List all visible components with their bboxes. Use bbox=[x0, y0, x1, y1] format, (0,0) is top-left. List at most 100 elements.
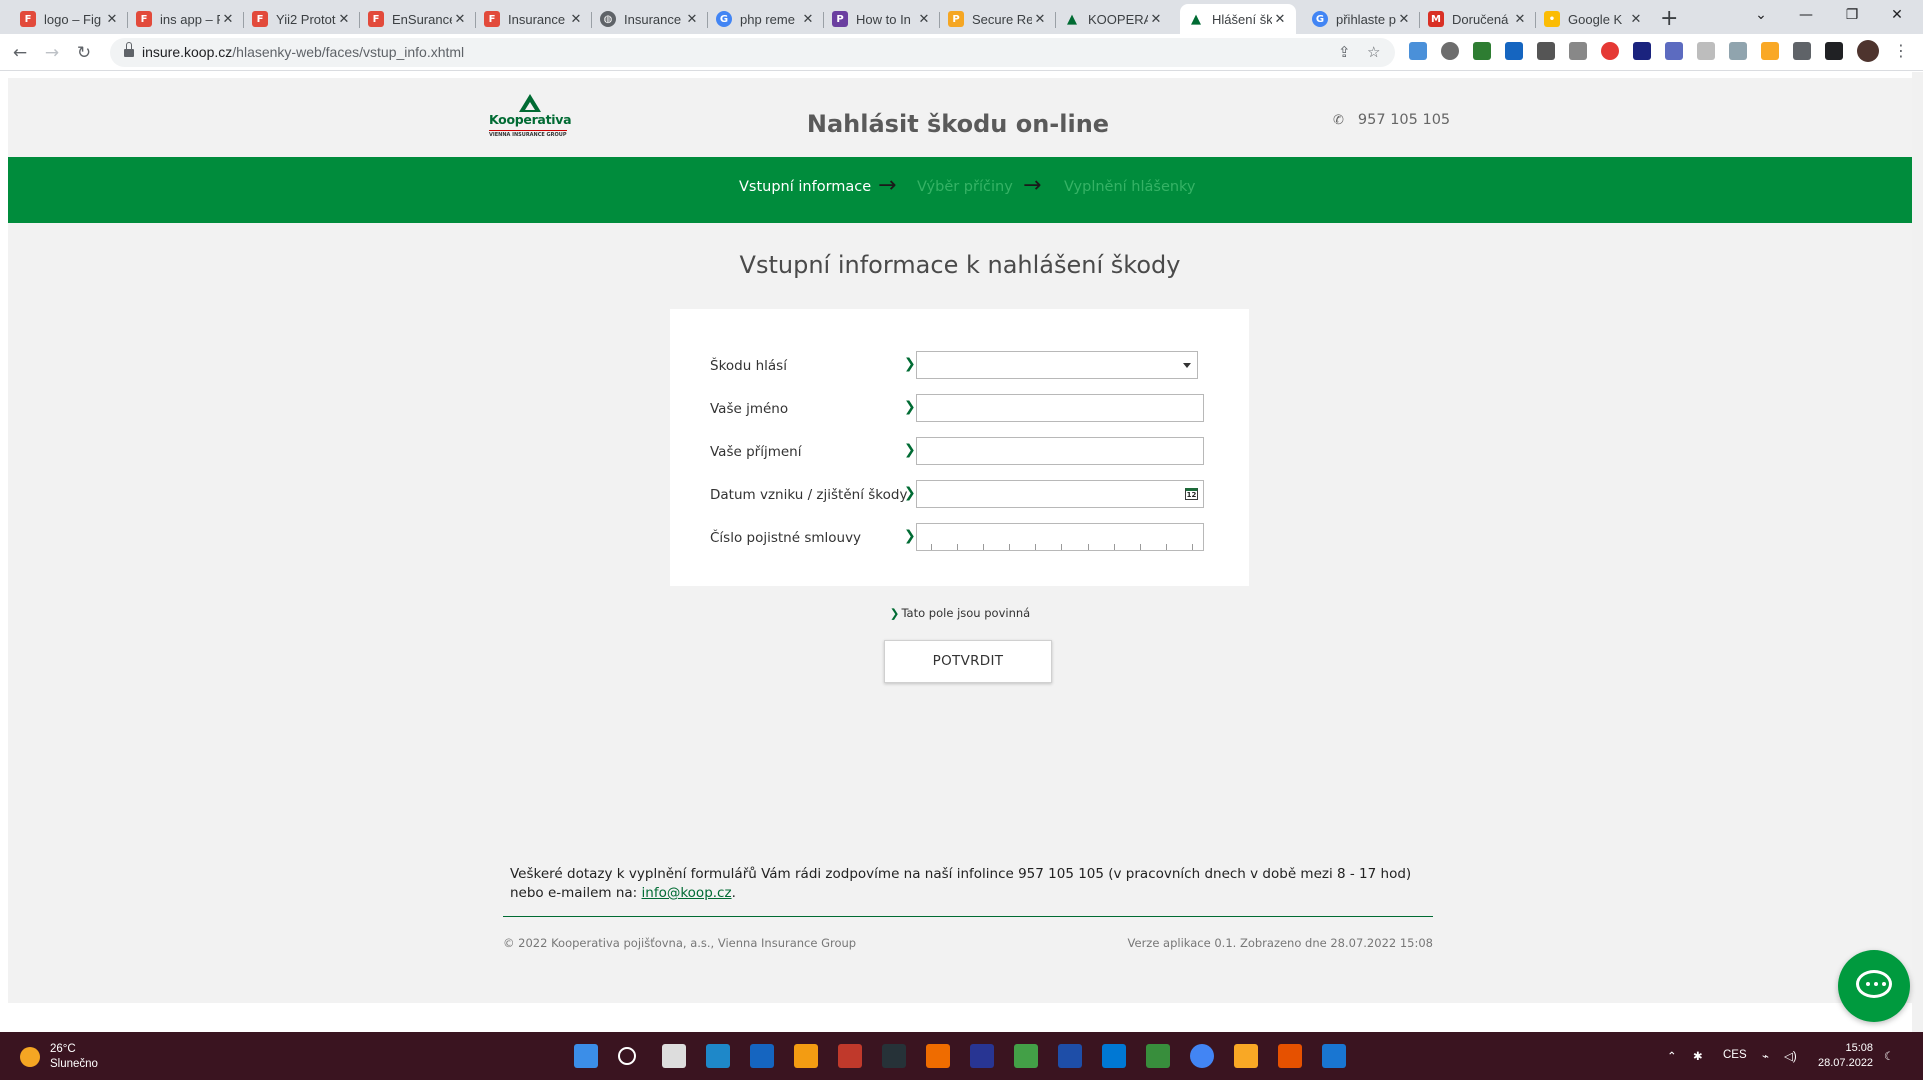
extension-badge-icon[interactable] bbox=[1665, 42, 1683, 60]
widgets-icon[interactable] bbox=[706, 1044, 730, 1068]
extension-camera-icon[interactable] bbox=[1697, 42, 1715, 60]
profile-avatar[interactable] bbox=[1857, 40, 1879, 62]
extension-pen-icon[interactable] bbox=[1409, 42, 1427, 60]
extension-shield-icon[interactable] bbox=[1729, 42, 1747, 60]
browser-tab[interactable]: P Secure Re ✕ bbox=[940, 4, 1056, 34]
required-chevron-icon: ❯ bbox=[889, 606, 900, 620]
extension-copy-icon[interactable] bbox=[1505, 42, 1523, 60]
network-icon[interactable]: ⌁ bbox=[1762, 1049, 1769, 1063]
email-link[interactable]: info@koop.cz bbox=[642, 885, 732, 901]
app-diamond-icon[interactable] bbox=[882, 1044, 906, 1068]
share-icon[interactable]: ⇪ bbox=[1338, 43, 1351, 61]
close-window-button[interactable]: ✕ bbox=[1871, 0, 1923, 30]
browser-tab[interactable]: • Google K ✕ bbox=[1536, 4, 1652, 34]
close-tab-icon[interactable]: ✕ bbox=[1032, 12, 1048, 27]
windows-taskbar: 26°C Slunečno ⌃ ✱ CES ⌁ ◁) 15:08 28.07.2… bbox=[0, 1032, 1923, 1080]
side-panel-icon[interactable] bbox=[1825, 42, 1843, 60]
browser-tab-active[interactable]: ▲ Hlášení šk ✕ bbox=[1180, 4, 1296, 34]
extensions-puzzle-icon[interactable] bbox=[1793, 42, 1811, 60]
vlc-icon[interactable] bbox=[926, 1044, 950, 1068]
close-tab-icon[interactable]: ✕ bbox=[220, 12, 236, 27]
vscode-icon[interactable] bbox=[1102, 1044, 1126, 1068]
close-tab-icon[interactable]: ✕ bbox=[1628, 12, 1644, 27]
extension-tag-icon[interactable] bbox=[1761, 42, 1779, 60]
app-palette-icon[interactable] bbox=[1014, 1044, 1038, 1068]
tray-chevron-icon[interactable]: ⌃ bbox=[1667, 1049, 1677, 1063]
browser-tab[interactable]: ◍ Insurance ✕ bbox=[592, 4, 708, 34]
sublime-text-icon[interactable] bbox=[794, 1044, 818, 1068]
browser-tab[interactable]: F logo – Fig ✕ bbox=[12, 4, 128, 34]
chrome-icon[interactable] bbox=[1190, 1044, 1214, 1068]
last-name-input[interactable] bbox=[916, 437, 1204, 465]
language-indicator[interactable]: CES bbox=[1723, 1049, 1747, 1061]
browser-tab[interactable]: ▲ KOOPERA ✕ bbox=[1056, 4, 1172, 34]
photos-icon[interactable] bbox=[1322, 1044, 1346, 1068]
forward-button[interactable]: → bbox=[40, 41, 64, 65]
reload-button[interactable]: ↻ bbox=[72, 41, 96, 65]
task-view-icon[interactable] bbox=[662, 1044, 686, 1068]
word-icon[interactable] bbox=[1058, 1044, 1082, 1068]
close-tab-icon[interactable]: ✕ bbox=[1512, 12, 1528, 27]
reporter-select[interactable] bbox=[916, 351, 1198, 379]
xampp-icon[interactable] bbox=[1278, 1044, 1302, 1068]
figma-icon: F bbox=[368, 11, 384, 27]
policy-number-input[interactable] bbox=[916, 523, 1204, 551]
figma-icon: F bbox=[484, 11, 500, 27]
weather-widget[interactable]: 26°C Slunečno bbox=[20, 1042, 98, 1072]
sun-icon bbox=[20, 1047, 40, 1067]
close-tab-icon[interactable]: ✕ bbox=[568, 12, 584, 27]
bookmark-star-icon[interactable]: ☆ bbox=[1367, 43, 1380, 61]
extension-square-icon[interactable] bbox=[1537, 42, 1555, 60]
app-orb-icon[interactable] bbox=[970, 1044, 994, 1068]
close-tab-icon[interactable]: ✕ bbox=[452, 12, 468, 27]
extension-eyedropper-icon[interactable] bbox=[1569, 42, 1587, 60]
chat-button[interactable] bbox=[1838, 950, 1910, 1022]
close-tab-icon[interactable]: ✕ bbox=[1272, 12, 1288, 27]
extension-bug-icon[interactable] bbox=[1441, 42, 1459, 60]
required-chevron-icon: ❯ bbox=[904, 485, 916, 501]
file-explorer-icon[interactable] bbox=[1234, 1044, 1258, 1068]
close-tab-icon[interactable]: ✕ bbox=[916, 12, 932, 27]
search-icon[interactable] bbox=[618, 1047, 636, 1065]
calendar-icon[interactable]: 12 bbox=[1185, 488, 1198, 500]
browser-tab[interactable]: G php reme ✕ bbox=[708, 4, 824, 34]
browser-tab[interactable]: G přihlaste p ✕ bbox=[1304, 4, 1420, 34]
back-button[interactable]: ← bbox=[8, 41, 32, 65]
close-tab-icon[interactable]: ✕ bbox=[1148, 12, 1164, 27]
browser-tab[interactable]: M Doručená ✕ bbox=[1420, 4, 1536, 34]
input-form: Škodu hlásí ❯ Vaše jméno ❯ Vaše příjmení… bbox=[670, 309, 1249, 586]
volume-icon[interactable]: ◁) bbox=[1784, 1049, 1797, 1063]
browser-tab[interactable]: F EnSurance ✕ bbox=[360, 4, 476, 34]
browser-tab[interactable]: F ins app – F ✕ bbox=[128, 4, 244, 34]
damage-date-input[interactable]: 12 bbox=[916, 480, 1204, 508]
notification-icon[interactable]: ☾ bbox=[1884, 1049, 1894, 1063]
windows-start-icon[interactable] bbox=[574, 1044, 598, 1068]
required-chevron-icon: ❯ bbox=[904, 356, 916, 372]
browser-tab[interactable]: P How to In ✕ bbox=[824, 4, 940, 34]
close-tab-icon[interactable]: ✕ bbox=[684, 12, 700, 27]
tray-app-icon[interactable]: ✱ bbox=[1693, 1049, 1703, 1063]
close-tab-icon[interactable]: ✕ bbox=[336, 12, 352, 27]
browser-tab[interactable]: F Yii2 Protot ✕ bbox=[244, 4, 360, 34]
clock[interactable]: 15:08 28.07.2022 bbox=[1818, 1041, 1873, 1071]
remote-desktop-icon[interactable] bbox=[750, 1044, 774, 1068]
new-tab-button[interactable]: + bbox=[1660, 6, 1678, 31]
browser-menu-icon[interactable]: ⋮ bbox=[1893, 42, 1909, 60]
close-tab-icon[interactable]: ✕ bbox=[800, 12, 816, 27]
extension-star-icon[interactable] bbox=[1633, 42, 1651, 60]
browser-tab[interactable]: F Insurance ✕ bbox=[476, 4, 592, 34]
address-bar[interactable]: insure.koop.cz/hlasenky-web/faces/vstup_… bbox=[110, 38, 1395, 67]
extension-color-wheel-icon[interactable] bbox=[1601, 42, 1619, 60]
kooperativa-logo[interactable]: Kooperativa VIENNA INSURANCE GROUP bbox=[489, 94, 572, 138]
first-name-input[interactable] bbox=[916, 394, 1204, 422]
page-scrollbar[interactable] bbox=[1912, 72, 1923, 1032]
submit-button[interactable]: POTVRDIT bbox=[884, 640, 1052, 683]
notepad-icon[interactable] bbox=[1146, 1044, 1170, 1068]
extension-android-icon[interactable] bbox=[1473, 42, 1491, 60]
form-row-reporter: Škodu hlásí ❯ bbox=[670, 351, 1249, 381]
minimize-window-button[interactable]: — bbox=[1780, 0, 1832, 30]
close-tab-icon[interactable]: ✕ bbox=[104, 12, 120, 27]
app-c-icon[interactable] bbox=[838, 1044, 862, 1068]
close-tab-icon[interactable]: ✕ bbox=[1396, 12, 1412, 27]
required-fields-note: ❯ Tato pole jsou povinná bbox=[889, 606, 1031, 620]
